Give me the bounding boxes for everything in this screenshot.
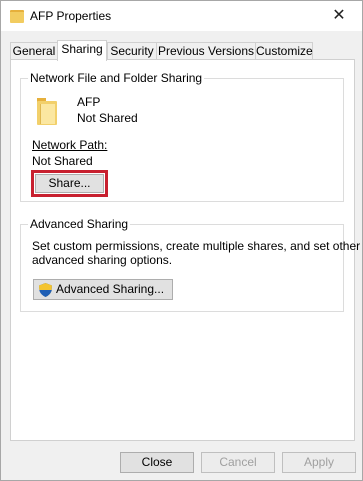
- network-sharing-group: Network File and Folder Sharing AFP Not …: [20, 71, 344, 202]
- advanced-sharing-group: Advanced Sharing Set custom permissions,…: [20, 217, 360, 312]
- folder-icon: [10, 10, 24, 23]
- advanced-sharing-description-line1: Set custom permissions, create multiple …: [32, 239, 361, 253]
- close-button[interactable]: Close: [120, 452, 194, 473]
- folder-name: AFP: [77, 95, 101, 109]
- apply-button[interactable]: Apply: [282, 452, 356, 473]
- window-title: AFP Properties: [30, 9, 112, 23]
- network-path-label: Network Path:: [32, 138, 108, 152]
- advanced-sharing-description-line2: advanced sharing options.: [32, 253, 173, 267]
- tab-previous-versions[interactable]: Previous Versions: [156, 42, 256, 60]
- network-path-value: Not Shared: [32, 154, 93, 168]
- advanced-sharing-button-label: Advanced Sharing...: [55, 282, 165, 296]
- close-window-icon[interactable]: ✕: [316, 1, 362, 31]
- cancel-button[interactable]: Cancel: [201, 452, 275, 473]
- tab-general[interactable]: General: [10, 42, 58, 60]
- network-sharing-group-label: Network File and Folder Sharing: [28, 71, 205, 85]
- folder-share-status: Not Shared: [77, 111, 138, 125]
- advanced-sharing-button[interactable]: Advanced Sharing...: [33, 279, 173, 300]
- tab-security[interactable]: Security: [107, 42, 157, 60]
- tab-customize[interactable]: Customize: [255, 42, 313, 60]
- tab-sharing[interactable]: Sharing: [57, 40, 107, 61]
- properties-window: AFP Properties ✕ General Sharing Securit…: [0, 0, 363, 481]
- uac-shield-icon: [39, 283, 52, 297]
- advanced-sharing-group-label: Advanced Sharing: [28, 217, 131, 231]
- share-button[interactable]: Share...: [35, 174, 104, 193]
- title-bar: AFP Properties ✕: [1, 1, 362, 31]
- sharing-panel: Network File and Folder Sharing AFP Not …: [10, 59, 360, 441]
- shared-folder-icon: [37, 98, 58, 125]
